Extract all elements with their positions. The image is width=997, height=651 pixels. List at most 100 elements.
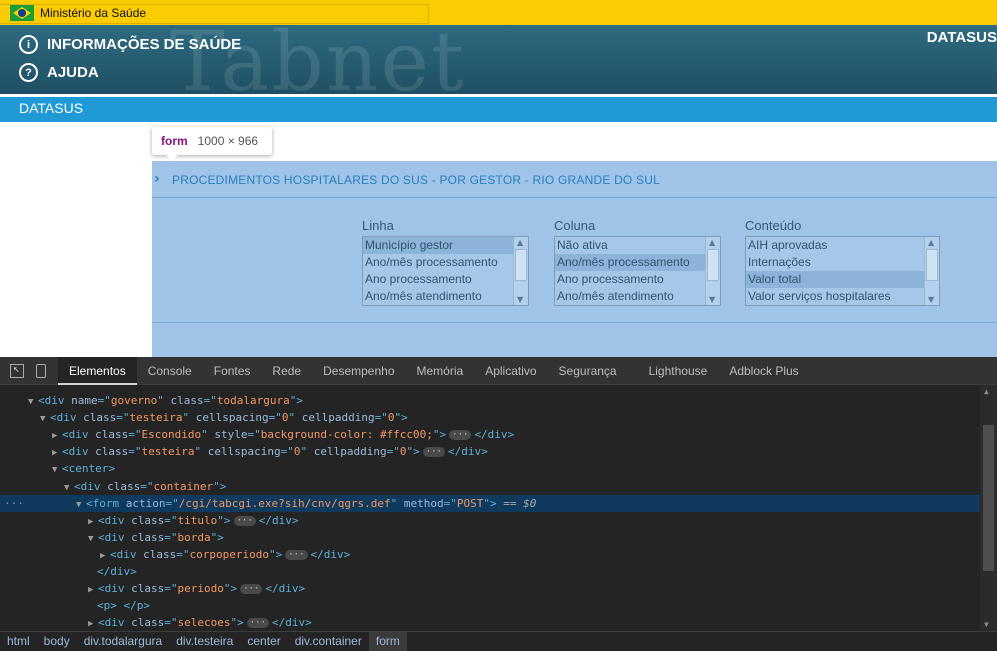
form-title: PROCEDIMENTOS HOSPITALARES DO SUS - POR … — [172, 173, 660, 187]
scroll-down-icon[interactable]: ▼ — [984, 620, 989, 629]
tab-aplicativo[interactable]: Aplicativo — [474, 357, 547, 385]
dom-node[interactable]: ▼ <div class="testeira" cellspacing="0" c… — [0, 409, 980, 426]
info-icon: i — [19, 35, 38, 54]
device-toolbar-icon[interactable] — [36, 363, 46, 378]
list-option[interactable]: Valor total — [746, 271, 924, 288]
list-option[interactable]: Não ativa — [555, 237, 705, 254]
dom-node[interactable]: ▶ <div class="Escondido" style="backgroun… — [0, 426, 980, 443]
dom-tree: ▼ <div name="governo" class="todalargura"… — [0, 385, 980, 631]
datasus-header-link[interactable]: DATASUS — [927, 29, 997, 46]
breadcrumb-html[interactable]: html — [0, 632, 37, 651]
tab-rede[interactable]: Rede — [261, 357, 312, 385]
dom-tree-scrollbar[interactable]: ▲ ▼ — [980, 385, 997, 631]
page: Ministério da Saúde Tabnet i INFORMAÇÕES… — [0, 0, 997, 651]
brazil-flag-icon — [10, 5, 34, 21]
tabnet-header: Tabnet i INFORMAÇÕES DE SAÚDE ? AJUDA DA… — [0, 25, 997, 94]
list-option[interactable]: Ano/mês atendimento — [555, 288, 705, 305]
list-option[interactable]: Valor serviços hospitalares — [746, 288, 924, 305]
scroll-thumb[interactable] — [707, 249, 719, 281]
list-option[interactable]: Município gestor — [363, 237, 513, 254]
inspect-element-icon[interactable] — [10, 362, 24, 378]
query-form: › PROCEDIMENTOS HOSPITALARES DO SUS - PO… — [152, 161, 997, 357]
tab-fontes[interactable]: Fontes — [203, 357, 262, 385]
scroll-up-icon[interactable]: ▲ — [984, 387, 989, 396]
breadcrumb-form[interactable]: form — [368, 631, 407, 651]
list-option[interactable]: Internações — [746, 254, 924, 271]
dom-node[interactable]: ▼ <div class="container"> — [0, 478, 980, 495]
select-conteudo-list[interactable]: AIH aprovadas Internações Valor total Va… — [745, 236, 940, 306]
breadcrumb-body[interactable]: body — [37, 632, 77, 651]
tab-elementos[interactable]: Elementos — [58, 356, 137, 385]
breadcrumb-div-testeira[interactable]: div.testeira — [169, 632, 240, 651]
datasus-bar: DATASUS — [0, 97, 997, 122]
ellipsis-icon[interactable]: ··· — [233, 516, 256, 526]
list-option[interactable]: AIH aprovadas — [746, 237, 924, 254]
scroll-up-icon[interactable]: ▲ — [709, 238, 715, 247]
datasus-bar-label[interactable]: DATASUS — [19, 100, 83, 116]
ellipsis-icon[interactable]: ··· — [449, 430, 472, 440]
list-option[interactable]: Ano/mês processamento — [555, 254, 705, 271]
dom-node-selected[interactable]: ··· ▼ <form action="/cgi/tabcgi.exe?sih/cn… — [0, 495, 980, 512]
scroll-thumb[interactable] — [926, 249, 938, 281]
dom-node[interactable]: ▶ <div class="periodo"> ··· </div> — [0, 580, 980, 597]
select-linha: Linha Município gestor Ano/mês processam… — [362, 218, 529, 306]
ellipsis-icon[interactable]: ··· — [246, 618, 269, 628]
select-linha-list[interactable]: Município gestor Ano/mês processamento A… — [362, 236, 529, 306]
ministry-link[interactable]: Ministério da Saúde — [40, 6, 146, 20]
scroll-down-icon[interactable]: ▼ — [517, 295, 523, 304]
tab-console[interactable]: Console — [137, 357, 203, 385]
select-conteudo: Conteúdo AIH aprovadas Internações Valor… — [745, 218, 940, 306]
scroll-up-icon[interactable]: ▲ — [928, 238, 934, 247]
list-option[interactable]: Ano/mês atendimento — [363, 288, 513, 305]
expanded-triangle-icon[interactable]: ▼ — [52, 462, 62, 479]
menu-label: AJUDA — [47, 64, 99, 81]
scroll-up-icon[interactable]: ▲ — [517, 238, 523, 247]
list-option[interactable]: Ano/mês processamento — [363, 254, 513, 271]
tooltip-dimensions: 1000 × 966 — [197, 134, 259, 148]
list-option[interactable]: Ano processamento — [363, 271, 513, 288]
select-label: Conteúdo — [745, 218, 802, 233]
dom-node[interactable]: ▶ <div class="corpoperiodo"> ··· </div> — [0, 546, 980, 563]
select-label: Coluna — [554, 218, 596, 233]
dom-node[interactable]: </div> — [0, 563, 980, 580]
breadcrumb: html body div.todalargura div.testeira c… — [0, 631, 997, 651]
dom-node[interactable]: ▼ <center> — [0, 460, 980, 477]
dom-node[interactable]: ▶ <div class="titulo"> ··· </div> — [0, 512, 980, 529]
tab-memoria[interactable]: Memória — [406, 357, 475, 385]
menu-ajuda[interactable]: ? AJUDA — [19, 63, 99, 82]
selected-node-marker: == $0 — [503, 497, 537, 510]
scroll-thumb[interactable] — [515, 249, 527, 281]
list-scrollbar[interactable]: ▲ ▼ — [705, 237, 720, 305]
tab-adblock-plus[interactable]: Adblock Plus — [718, 357, 809, 385]
ellipsis-icon[interactable]: ··· — [240, 584, 263, 594]
dom-node[interactable]: ▶ <div class="testeira" cellspacing="0" c… — [0, 443, 980, 460]
list-option[interactable]: Ano processamento — [555, 271, 705, 288]
more-icon[interactable]: ··· — [4, 495, 24, 512]
ellipsis-icon[interactable]: ··· — [285, 550, 308, 560]
government-bar: Ministério da Saúde — [0, 0, 997, 25]
breadcrumb-div-todalargura[interactable]: div.todalargura — [77, 632, 170, 651]
collapsed-triangle-icon[interactable]: ▶ — [88, 616, 98, 631]
ellipsis-icon[interactable]: ··· — [422, 447, 445, 457]
tab-desempenho[interactable]: Desempenho — [312, 357, 405, 385]
menu-informacoes-de-saude[interactable]: i INFORMAÇÕES DE SAÚDE — [19, 35, 241, 54]
select-coluna: Coluna Não ativa Ano/mês processamento A… — [554, 218, 721, 306]
tab-seguranca[interactable]: Segurança — [548, 357, 628, 385]
devtools-tab-bar: Elementos Console Fontes Rede Desempenho… — [0, 356, 997, 385]
breadcrumb-div-container[interactable]: div.container — [288, 632, 369, 651]
devtools-panel: Elementos Console Fontes Rede Desempenho… — [0, 356, 997, 651]
select-label: Linha — [362, 218, 394, 233]
select-coluna-list[interactable]: Não ativa Ano/mês processamento Ano proc… — [554, 236, 721, 306]
scroll-down-icon[interactable]: ▼ — [709, 295, 715, 304]
tab-lighthouse[interactable]: Lighthouse — [638, 357, 719, 385]
form-divider — [152, 322, 997, 323]
list-scrollbar[interactable]: ▲ ▼ — [924, 237, 939, 305]
scroll-thumb[interactable] — [983, 425, 994, 571]
breadcrumb-center[interactable]: center — [240, 632, 287, 651]
dom-node[interactable]: ▼ <div name="governo" class="todalargura"… — [0, 392, 980, 409]
dom-node[interactable]: ▶ <div class="selecoes"> ··· </div> — [0, 614, 980, 631]
dom-node[interactable]: <p> </p> — [0, 597, 980, 614]
scroll-down-icon[interactable]: ▼ — [928, 295, 934, 304]
dom-node[interactable]: ▼ <div class="borda"> — [0, 529, 980, 546]
list-scrollbar[interactable]: ▲ ▼ — [513, 237, 528, 305]
